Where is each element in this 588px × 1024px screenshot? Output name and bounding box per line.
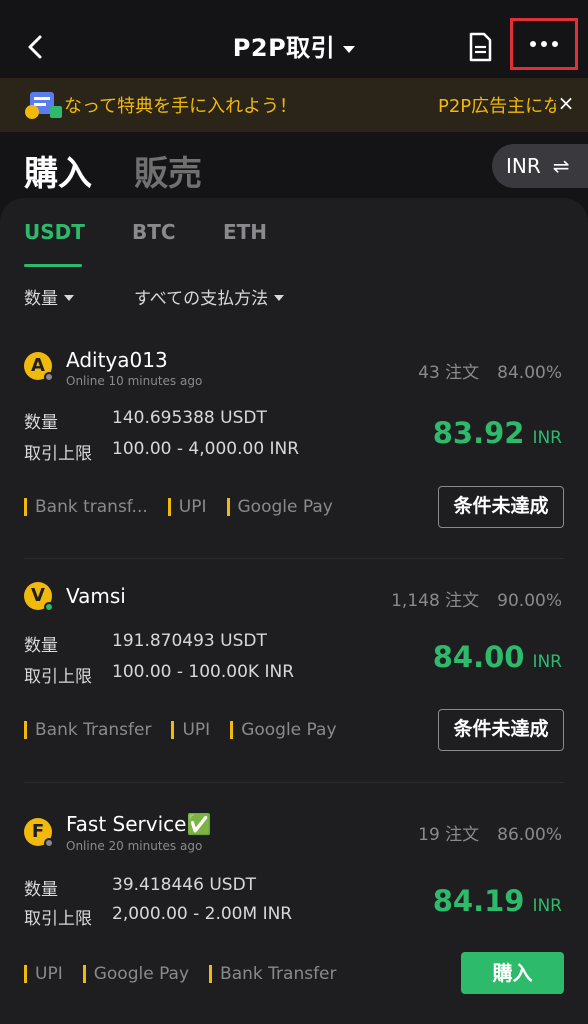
payment-method: UPI bbox=[171, 721, 210, 739]
online-status-dot bbox=[44, 838, 54, 848]
price: 84.19 INR bbox=[433, 884, 562, 918]
close-icon[interactable]: × bbox=[556, 90, 576, 116]
limit-value: 100.00 - 4,000.00 INR bbox=[112, 439, 300, 459]
more-options-button[interactable] bbox=[510, 18, 578, 70]
promo-illustration-icon bbox=[22, 88, 66, 122]
payment-method: Bank Transfer bbox=[24, 721, 151, 739]
payment-methods: Bank Transfer UPI Google Pay bbox=[24, 720, 357, 744]
price-currency: INR bbox=[532, 652, 562, 672]
tab-buy[interactable]: 購入 bbox=[24, 146, 92, 195]
price: 83.92 INR bbox=[433, 416, 562, 450]
filter-bar: 数量 すべての支払方法 bbox=[0, 284, 588, 310]
top-bar: P2P取引 bbox=[0, 0, 588, 78]
payment-method: UPI bbox=[24, 965, 63, 983]
promo-banner[interactable]: なって特典を手に入れよう！ P2P広告主にな × bbox=[0, 78, 588, 132]
swap-icon: ⇌ bbox=[552, 154, 570, 178]
limit-value: 100.00 - 100.00K INR bbox=[112, 662, 295, 682]
price-value: 84.00 bbox=[432, 640, 525, 674]
amount-filter-label: 数量 bbox=[24, 289, 58, 309]
quantity-label: 数量 bbox=[24, 413, 58, 433]
price-currency: INR bbox=[532, 428, 562, 448]
order-history-icon[interactable] bbox=[464, 30, 496, 64]
payment-method: Bank transf... bbox=[24, 498, 148, 516]
quantity-label: 数量 bbox=[24, 880, 58, 900]
more-icon bbox=[530, 41, 558, 47]
ad-card: V Vamsi 1,148 注文 90.00% 数量 191.870493 USD… bbox=[0, 562, 588, 782]
order-count: 1,148 注文 bbox=[391, 591, 480, 611]
ad-card: A Aditya013 Online 10 minutes ago 43 注文 8… bbox=[0, 338, 588, 558]
advertiser-name[interactable]: Fast Service✅ bbox=[66, 812, 211, 836]
chevron-down-icon bbox=[343, 46, 356, 53]
requirements-not-met-button[interactable]: 条件未達成 bbox=[438, 486, 564, 528]
quantity-value: 191.870493 USDT bbox=[112, 631, 267, 651]
completion-rate: 84.00% bbox=[497, 363, 562, 383]
tab-usdt[interactable]: USDT bbox=[24, 220, 85, 244]
divider bbox=[24, 782, 564, 783]
advertiser-online-status: Online 20 minutes ago bbox=[66, 839, 203, 853]
quantity-value: 140.695388 USDT bbox=[112, 408, 267, 428]
payment-method: UPI bbox=[167, 498, 207, 516]
advertiser-stats: 43 注文 84.00% bbox=[418, 358, 562, 383]
ads-panel: USDT BTC ETH 数量 すべての支払方法 A Aditya013 Onl… bbox=[0, 198, 588, 1024]
limit-label: 取引上限 bbox=[24, 909, 92, 929]
payment-method: Google Pay bbox=[82, 965, 189, 983]
payment-methods: Bank transf... UPI Google Pay bbox=[24, 497, 353, 521]
banner-text-secondary: P2P広告主にな bbox=[438, 96, 556, 117]
tab-sell[interactable]: 販売 bbox=[134, 146, 202, 195]
banner-text: なって特典を手に入れよう！ bbox=[64, 96, 298, 117]
page-title: P2P取引 bbox=[232, 34, 336, 62]
limit-label: 取引上限 bbox=[24, 444, 92, 464]
advertiser-online-status: Online 10 minutes ago bbox=[66, 374, 203, 388]
payment-method: Google Pay bbox=[226, 498, 333, 516]
buy-button[interactable]: 購入 bbox=[461, 952, 564, 994]
completion-rate: 90.00% bbox=[497, 591, 562, 611]
price: 84.00 INR bbox=[433, 640, 562, 674]
quantity-value: 39.418446 USDT bbox=[112, 875, 257, 895]
completion-rate: 86.00% bbox=[497, 825, 562, 845]
advertiser-name[interactable]: Vamsi bbox=[66, 584, 126, 608]
chevron-down-icon bbox=[274, 295, 285, 301]
payment-method: Google Pay bbox=[230, 721, 337, 739]
quantity-label: 数量 bbox=[24, 636, 58, 656]
online-status-dot bbox=[44, 602, 54, 612]
trade-mode-row: 購入 販売 INR ⇌ bbox=[0, 132, 588, 200]
requirements-not-met-button[interactable]: 条件未達成 bbox=[438, 709, 564, 751]
limit-label: 取引上限 bbox=[24, 667, 92, 687]
limit-value: 2,000.00 - 2.00M INR bbox=[112, 904, 293, 924]
online-status-dot bbox=[44, 372, 54, 382]
ad-card: F Fast Service✅ Online 20 minutes ago 19… bbox=[0, 806, 588, 1024]
divider bbox=[24, 558, 564, 559]
advertiser-stats: 1,148 注文 90.00% bbox=[391, 586, 562, 611]
payment-methods: UPI Google Pay Bank Transfer bbox=[24, 964, 357, 988]
page-title-group[interactable]: P2P取引 bbox=[0, 28, 588, 63]
tab-eth[interactable]: ETH bbox=[223, 220, 267, 244]
payment-filter[interactable]: すべての支払方法 bbox=[134, 284, 285, 309]
price-currency: INR bbox=[532, 896, 562, 916]
crypto-tabs: USDT BTC ETH bbox=[0, 216, 588, 268]
fiat-label: INR bbox=[506, 154, 541, 178]
advertiser-name[interactable]: Aditya013 bbox=[66, 348, 168, 372]
amount-filter[interactable]: 数量 bbox=[24, 284, 74, 309]
payment-method: Bank Transfer bbox=[209, 965, 337, 983]
price-value: 84.19 bbox=[432, 884, 525, 918]
order-count: 43 注文 bbox=[418, 363, 480, 383]
advertiser-stats: 19 注文 86.00% bbox=[418, 820, 562, 845]
chevron-down-icon bbox=[64, 295, 74, 301]
fiat-selector[interactable]: INR ⇌ bbox=[492, 144, 588, 188]
tab-btc[interactable]: BTC bbox=[132, 220, 176, 244]
payment-filter-label: すべての支払方法 bbox=[134, 289, 269, 309]
active-tab-indicator bbox=[24, 264, 82, 267]
price-value: 83.92 bbox=[432, 416, 525, 450]
order-count: 19 注文 bbox=[418, 825, 480, 845]
